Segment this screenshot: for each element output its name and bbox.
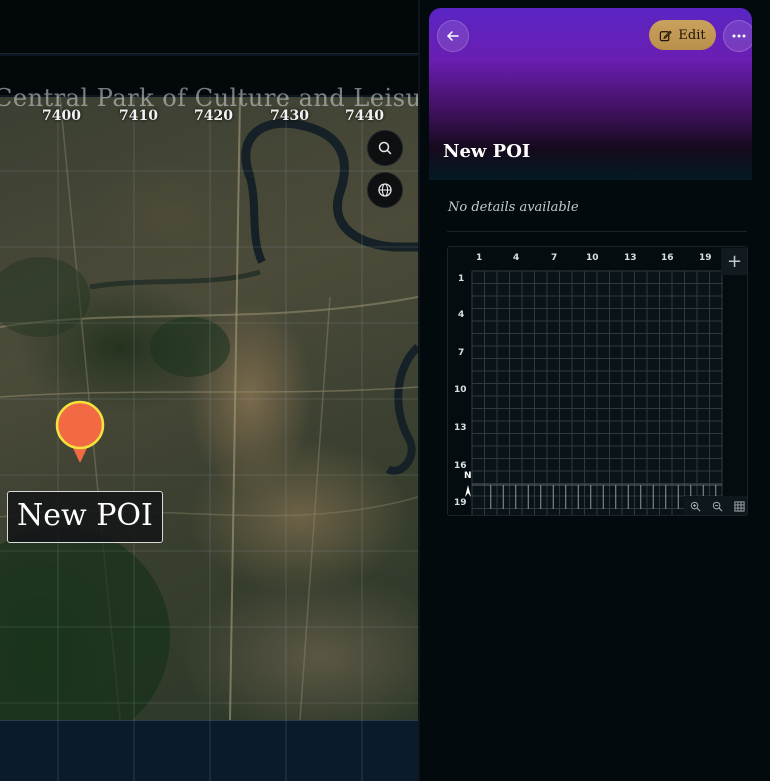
map-pane: Central Park of Culture and Leisure 7400… <box>0 0 418 781</box>
grid-col-label: 1 <box>476 253 483 263</box>
grid-col-label: 7 <box>551 253 558 263</box>
grid-row-label: 1 <box>458 274 465 284</box>
map-layers-button[interactable] <box>367 172 403 208</box>
poi-title: New POI <box>443 141 531 162</box>
grid-col-label: 13 <box>624 253 637 263</box>
scale-label: 7400 <box>42 108 81 124</box>
poi-label[interactable]: New POI <box>7 491 163 543</box>
grid-minimap-canvas <box>465 270 723 515</box>
grid-row-label: 4 <box>458 310 465 320</box>
search-icon <box>378 141 392 155</box>
grid-minimap[interactable]: 1 4 7 10 13 16 19 1 4 7 10 13 16 19 N + <box>447 246 748 516</box>
poi-header-banner: Edit New POI <box>429 8 752 180</box>
no-details-text: No details available <box>448 200 579 215</box>
edit-button-label: Edit <box>678 27 706 43</box>
grid-zoom-out-button[interactable] <box>706 496 728 515</box>
arrow-left-icon <box>447 31 459 41</box>
scale-label: 7420 <box>194 108 233 124</box>
zoom-in-icon <box>690 501 700 511</box>
section-divider <box>447 231 747 232</box>
grid-col-label: 19 <box>699 253 712 263</box>
map-search-button[interactable] <box>367 130 403 166</box>
ellipsis-icon <box>732 34 746 38</box>
globe-icon <box>378 183 392 197</box>
grid-add-button[interactable]: + <box>721 248 747 275</box>
grid-zoom-in-button[interactable] <box>684 496 706 515</box>
grid-toggle-button[interactable] <box>728 496 747 515</box>
back-button[interactable] <box>437 20 469 52</box>
map-bottom-bar <box>0 720 418 781</box>
pencil-square-icon <box>660 30 673 41</box>
grid-row-label: 13 <box>454 423 467 433</box>
scale-label: 7440 <box>345 108 384 124</box>
grid-row-label: 16 <box>454 461 467 471</box>
grid-row-label: 10 <box>454 385 467 395</box>
scale-label: 7430 <box>270 108 309 124</box>
poi-detail-pane: Edit New POI No details available 1 4 7 … <box>420 0 770 781</box>
grid-col-label: 10 <box>586 253 599 263</box>
grid-row-label: 7 <box>458 348 465 358</box>
grid-col-label: 16 <box>661 253 674 263</box>
grid-icon <box>733 500 745 512</box>
grid-col-label: 4 <box>513 253 520 263</box>
poi-marker[interactable] <box>54 400 106 464</box>
more-options-button[interactable] <box>723 20 752 52</box>
scale-label: 7410 <box>119 108 158 124</box>
zoom-out-icon <box>712 501 722 511</box>
map-top-bar <box>0 0 418 54</box>
edit-button[interactable]: Edit <box>649 20 716 50</box>
grid-row-label: 19 <box>454 498 467 508</box>
north-indicator: N <box>464 471 472 481</box>
